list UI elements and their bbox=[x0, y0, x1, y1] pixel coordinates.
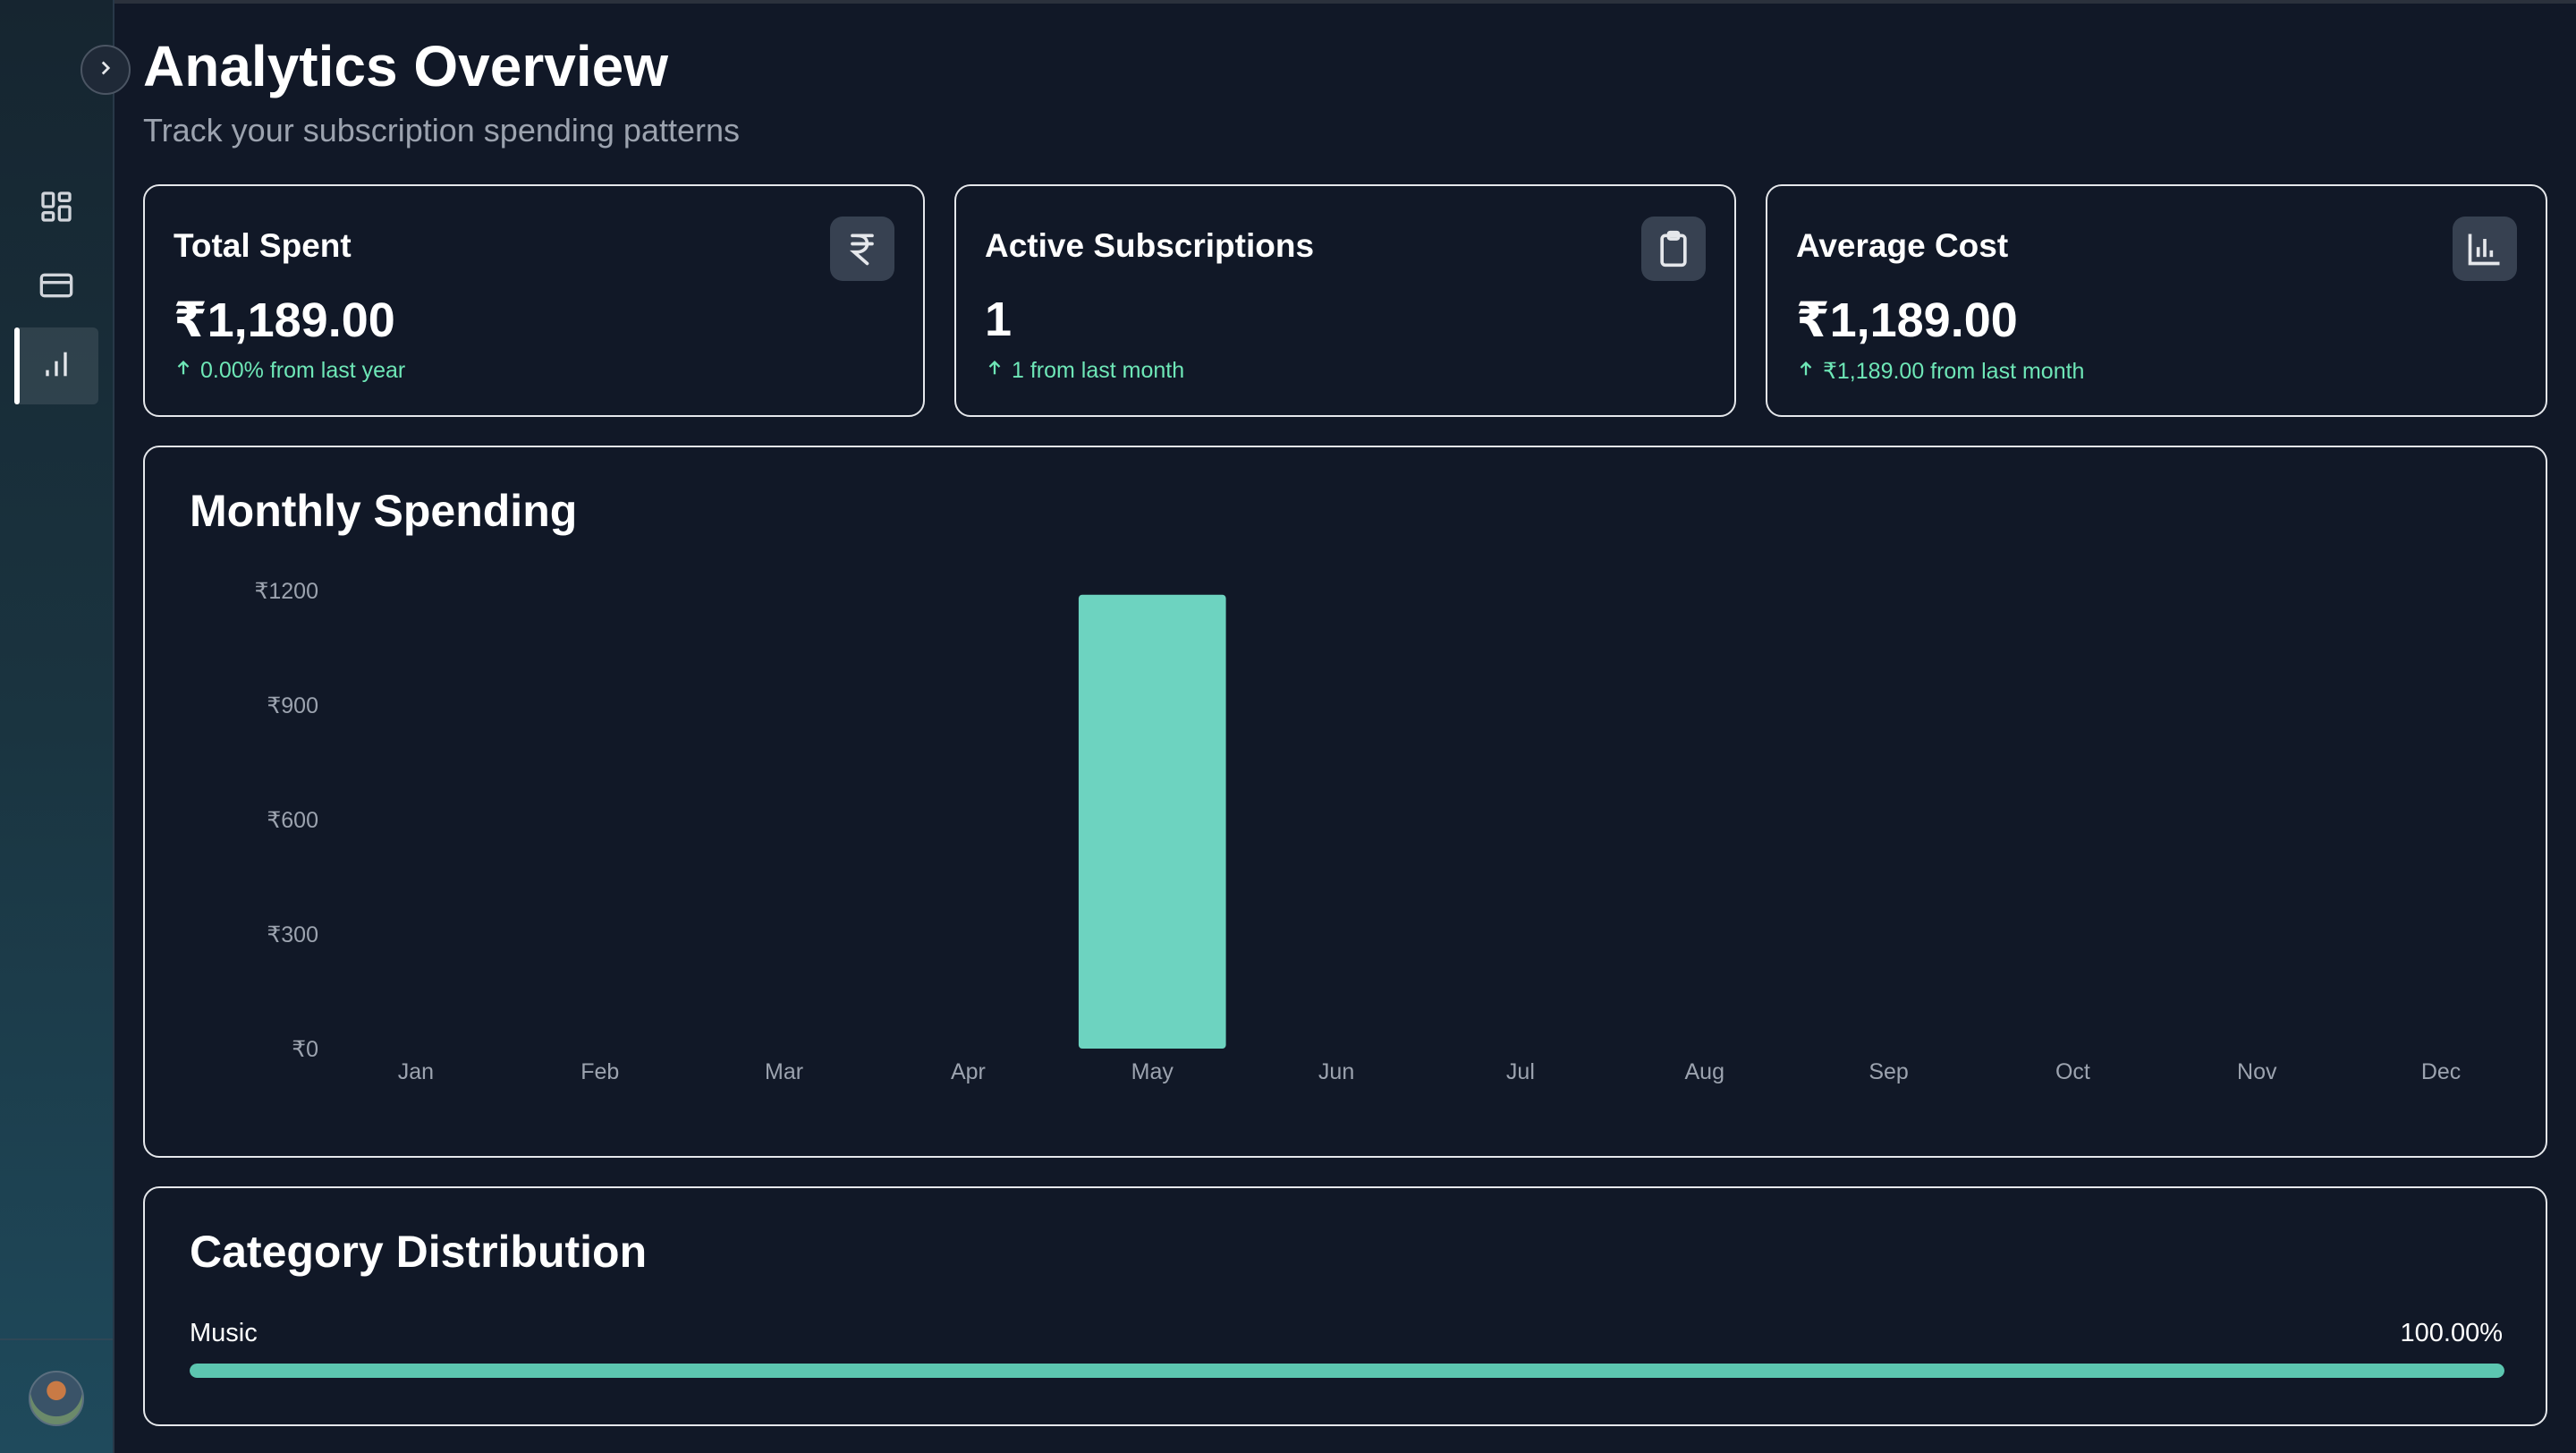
category-name: Music bbox=[190, 1319, 258, 1347]
arrow-up-icon bbox=[174, 358, 193, 384]
y-tick-label: ₹900 bbox=[267, 693, 318, 718]
x-tick-label: Mar bbox=[765, 1059, 803, 1084]
credit-card-icon bbox=[38, 268, 74, 308]
bar-chart-icon bbox=[2453, 217, 2517, 281]
clipboard-icon bbox=[1641, 217, 1706, 281]
panel-title: Category Distribution bbox=[190, 1227, 648, 1277]
y-tick-label: ₹0 bbox=[292, 1037, 318, 1062]
y-tick-label: ₹1200 bbox=[254, 579, 318, 604]
stat-change-text: ₹1,189.00 from last month bbox=[1823, 359, 2085, 384]
x-tick-label: Jul bbox=[1506, 1059, 1535, 1084]
bar-chart-icon bbox=[38, 346, 74, 387]
bar-may[interactable] bbox=[1078, 594, 1226, 1049]
category-percent: 100.00% bbox=[2400, 1319, 2504, 1347]
window-top-border bbox=[0, 0, 2576, 4]
grid-icon bbox=[38, 189, 74, 229]
stat-title: Average Cost bbox=[1796, 227, 2009, 264]
y-tick-label: ₹600 bbox=[267, 808, 318, 833]
x-tick-label: Feb bbox=[580, 1059, 619, 1084]
chevron-right-icon bbox=[94, 56, 117, 84]
sidebar bbox=[0, 0, 114, 1453]
stat-value: 1 bbox=[985, 293, 1013, 346]
stat-change-text: 1 from last month bbox=[1012, 358, 1185, 383]
stat-title: Total Spent bbox=[174, 227, 352, 264]
x-tick-label: Nov bbox=[2237, 1059, 2277, 1084]
page-title: Analytics Overview bbox=[143, 34, 668, 98]
stat-title: Active Subscriptions bbox=[985, 227, 1315, 264]
arrow-up-icon bbox=[985, 358, 1004, 384]
x-tick-label: Dec bbox=[2421, 1059, 2461, 1084]
x-tick-label: Apr bbox=[951, 1059, 986, 1084]
monthly-spending-panel: Monthly Spending ₹0 ₹300 ₹600 ₹900 ₹1200 Jan F… bbox=[143, 446, 2547, 1158]
monthly-spending-chart: ₹0 ₹300 ₹600 ₹900 ₹1200 Jan Feb Mar Apr May Jun Jul… bbox=[254, 579, 2461, 1084]
page-subtitle: Track your subscription spending pattern… bbox=[143, 112, 741, 149]
x-tick-label: Jan bbox=[398, 1059, 434, 1084]
rupee-icon bbox=[830, 217, 894, 281]
stat-value: ₹1,189.00 bbox=[1796, 293, 2018, 347]
x-tick-label: Jun bbox=[1318, 1059, 1354, 1084]
category-distribution-panel: Category Distribution Music 100.00% bbox=[143, 1186, 2547, 1426]
sidebar-item-subscriptions[interactable] bbox=[14, 249, 98, 326]
stat-value: ₹1,189.00 bbox=[174, 293, 395, 347]
stat-change-text: 0.00% from last year bbox=[200, 358, 406, 383]
stat-card-average-cost: Average Cost ₹1,189.00 ₹1,189.00 from la… bbox=[1766, 184, 2547, 417]
category-progress-fill bbox=[190, 1364, 2504, 1378]
stat-card-active-subscriptions: Active Subscriptions 1 1 from last month bbox=[954, 184, 1736, 417]
stat-change: ₹1,189.00 from last month bbox=[1796, 358, 2084, 385]
sidebar-divider bbox=[0, 1338, 113, 1340]
stat-card-total-spent: Total Spent ₹1,189.00 0.00% from last ye… bbox=[143, 184, 925, 417]
x-tick-label: Sep bbox=[1868, 1059, 1908, 1084]
category-progress-track bbox=[190, 1364, 2504, 1378]
avatar[interactable] bbox=[29, 1371, 84, 1426]
sidebar-toggle-button[interactable] bbox=[80, 45, 131, 95]
arrow-up-icon bbox=[1796, 359, 1816, 385]
sidebar-item-analytics[interactable] bbox=[14, 327, 98, 404]
y-tick-label: ₹300 bbox=[267, 922, 318, 947]
stat-change: 1 from last month bbox=[985, 358, 1184, 384]
x-tick-label: May bbox=[1131, 1059, 1174, 1084]
stat-change: 0.00% from last year bbox=[174, 358, 405, 384]
sidebar-item-dashboard[interactable] bbox=[14, 170, 98, 247]
x-tick-label: Aug bbox=[1685, 1059, 1724, 1084]
x-tick-label: Oct bbox=[2055, 1059, 2090, 1084]
